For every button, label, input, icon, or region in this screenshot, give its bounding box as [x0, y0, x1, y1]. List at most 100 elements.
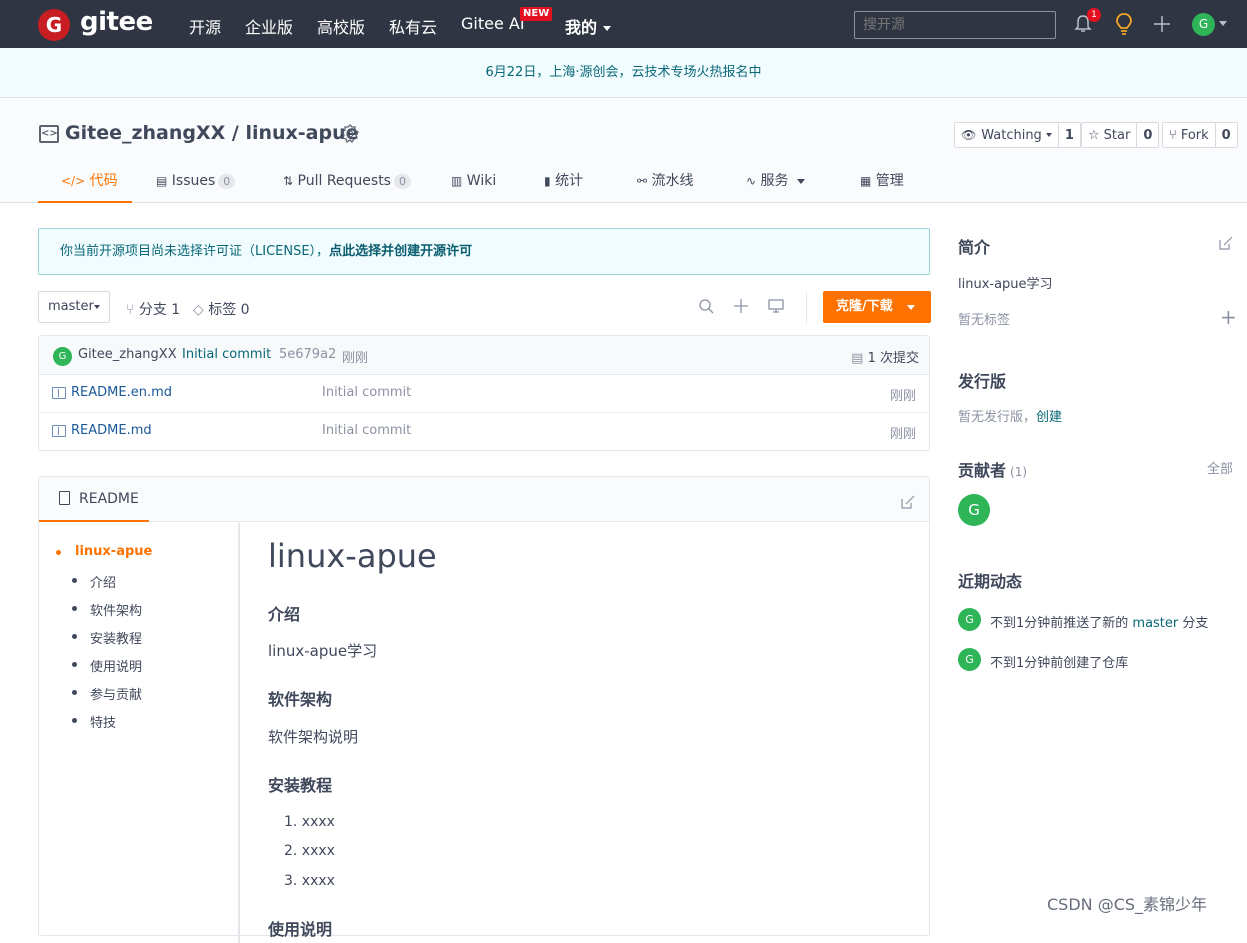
- nav-enterprise[interactable]: 企业版: [245, 14, 293, 38]
- file-time: 刚刚: [889, 427, 916, 442]
- no-tags-text: 暂无标签: [958, 313, 1011, 328]
- toc-item[interactable]: 使用说明: [90, 656, 142, 675]
- user-avatar[interactable]: G: [1192, 13, 1215, 36]
- file-name[interactable]: README.md: [71, 423, 152, 438]
- fork-label: Fork: [1180, 127, 1209, 143]
- file-commit-message[interactable]: Initial commit: [322, 385, 411, 400]
- all-contributors-link[interactable]: 全部: [1207, 458, 1233, 477]
- readme-paragraph: linux-apue学习: [268, 642, 378, 660]
- tab-wiki[interactable]: ▥ Wiki: [451, 160, 496, 203]
- toc-item[interactable]: 安装教程: [90, 628, 142, 647]
- tab-wiki-label: Wiki: [466, 173, 497, 189]
- edit-icon[interactable]: [901, 495, 915, 509]
- readme-tab[interactable]: README: [39, 477, 149, 522]
- eye-icon: 👁: [961, 128, 977, 142]
- clone-download-button[interactable]: 克隆/下载: [823, 291, 931, 323]
- tab-pull-requests[interactable]: ⇅ Pull Requests 0: [283, 160, 411, 203]
- nav-private-cloud[interactable]: 私有云: [389, 14, 437, 38]
- commit-hash[interactable]: 5e679a2: [279, 347, 336, 362]
- nav-gitee-ai[interactable]: Gitee AI: [461, 14, 525, 33]
- new-badge: NEW: [520, 7, 553, 21]
- chevron-down-icon[interactable]: [1219, 21, 1227, 26]
- toc-item[interactable]: 软件架构: [90, 600, 142, 619]
- readme-heading: 使用说明: [268, 920, 333, 939]
- file-commit-message[interactable]: Initial commit: [322, 423, 411, 438]
- add-tag-icon[interactable]: +: [1220, 307, 1237, 327]
- avatar[interactable]: G: [958, 608, 981, 631]
- toc-bullet: [72, 578, 77, 583]
- activity-text: 不到1分钟前创建了仓库: [990, 656, 1129, 671]
- table-row[interactable]: README.md Initial commit 刚刚: [39, 413, 929, 451]
- activity-text-post: 分支: [1178, 616, 1209, 631]
- toc-item[interactable]: linux-apue: [75, 544, 152, 559]
- branch-icon: ⑂: [126, 302, 135, 318]
- branch-select-label: master: [48, 299, 94, 314]
- repo-description: linux-apue学习: [958, 277, 1053, 292]
- pr-count: 0: [393, 174, 411, 189]
- chevron-down-icon: [602, 26, 611, 31]
- license-text: 你当前开源项目尚未选择许可证（LICENSE），: [60, 244, 330, 259]
- star-button[interactable]: ☆ Star 0: [1081, 122, 1160, 148]
- edit-icon[interactable]: [1219, 236, 1233, 250]
- tab-pipeline[interactable]: ⚯ 流水线: [637, 160, 694, 203]
- tag-icon: ◇: [193, 302, 204, 318]
- repo-code-icon: <>: [39, 125, 59, 143]
- file-table: G Gitee_zhangXX Initial commit 5e679a2 刚…: [38, 335, 930, 451]
- create-release-link[interactable]: 创建: [1036, 410, 1062, 425]
- services-icon: ∿: [746, 174, 757, 188]
- readme-header: README: [39, 477, 929, 522]
- readme-toc: linux-apue 介绍 软件架构 安装教程 使用说明 参与贡献 特技: [39, 523, 240, 943]
- tags-link[interactable]: ◇ 标签 0: [193, 299, 250, 319]
- chevron-down-icon: [1045, 133, 1052, 137]
- branch-link[interactable]: master: [1132, 616, 1178, 631]
- toc-bullet: [72, 690, 77, 695]
- tags-label: 标签 0: [208, 302, 250, 318]
- commit-message[interactable]: Initial commit: [182, 347, 271, 362]
- gitee-logo-text[interactable]: gitee: [80, 7, 153, 37]
- nav-opensource[interactable]: 开源: [189, 14, 221, 38]
- license-link[interactable]: 点此选择并创建开源许可: [329, 244, 472, 259]
- notification-count-badge: 1: [1087, 8, 1101, 22]
- avatar[interactable]: G: [53, 347, 72, 366]
- fork-count[interactable]: 0: [1216, 123, 1237, 147]
- commit-count-link[interactable]: ▤ 1 次提交: [851, 347, 919, 366]
- toc-item[interactable]: 介绍: [90, 572, 116, 591]
- toc-item[interactable]: 参与贡献: [90, 684, 142, 703]
- readme-heading: 介绍: [268, 605, 301, 624]
- toc-item[interactable]: 特技: [90, 712, 116, 731]
- repo-title[interactable]: Gitee_zhangXX / linux-apue: [65, 122, 359, 144]
- tab-code[interactable]: </> 代码: [38, 160, 132, 203]
- watch-button[interactable]: 👁 Watching 1: [954, 122, 1081, 148]
- plus-icon[interactable]: [733, 298, 749, 314]
- gitee-logo-icon[interactable]: G: [38, 9, 70, 41]
- star-count[interactable]: 0: [1137, 123, 1158, 147]
- tab-issues[interactable]: ▤ Issues 0: [156, 160, 236, 203]
- verified-badge-icon[interactable]: [340, 124, 360, 144]
- avatar[interactable]: G: [958, 648, 981, 671]
- nav-mine[interactable]: 我的: [565, 14, 611, 38]
- tab-manage[interactable]: ▦ 管理: [860, 160, 904, 203]
- monitor-icon[interactable]: [768, 298, 784, 314]
- branches-link[interactable]: ⑂ 分支 1: [126, 299, 180, 319]
- contributors-heading: 贡献者 (1): [958, 457, 1027, 481]
- avatar[interactable]: G: [958, 494, 990, 526]
- search-icon[interactable]: [698, 298, 714, 314]
- announcement-banner[interactable]: 6月22日，上海·源创会，云技术专场火热报名中: [0, 48, 1247, 98]
- toc-bullet: [72, 718, 77, 723]
- commit-author[interactable]: Gitee_zhangXX: [78, 347, 177, 362]
- branch-select[interactable]: master: [38, 291, 110, 323]
- tab-services[interactable]: ∿ 服务: [746, 160, 805, 203]
- lightbulb-icon[interactable]: [1113, 12, 1135, 36]
- watch-count[interactable]: 1: [1059, 123, 1080, 147]
- search-input[interactable]: [854, 11, 1056, 39]
- tab-issues-label: Issues: [171, 173, 216, 189]
- star-icon: ☆: [1088, 127, 1100, 143]
- nav-education[interactable]: 高校版: [317, 14, 365, 38]
- file-name[interactable]: README.en.md: [71, 385, 172, 400]
- plus-icon[interactable]: [1152, 14, 1172, 34]
- table-row[interactable]: README.en.md Initial commit 刚刚: [39, 375, 929, 413]
- watermark: CSDN @CS_素锦少年: [1047, 895, 1208, 914]
- fork-button[interactable]: ⑂ Fork 0: [1162, 122, 1238, 148]
- code-icon: </>: [61, 174, 86, 188]
- tab-stats[interactable]: ▮ 统计: [544, 160, 583, 203]
